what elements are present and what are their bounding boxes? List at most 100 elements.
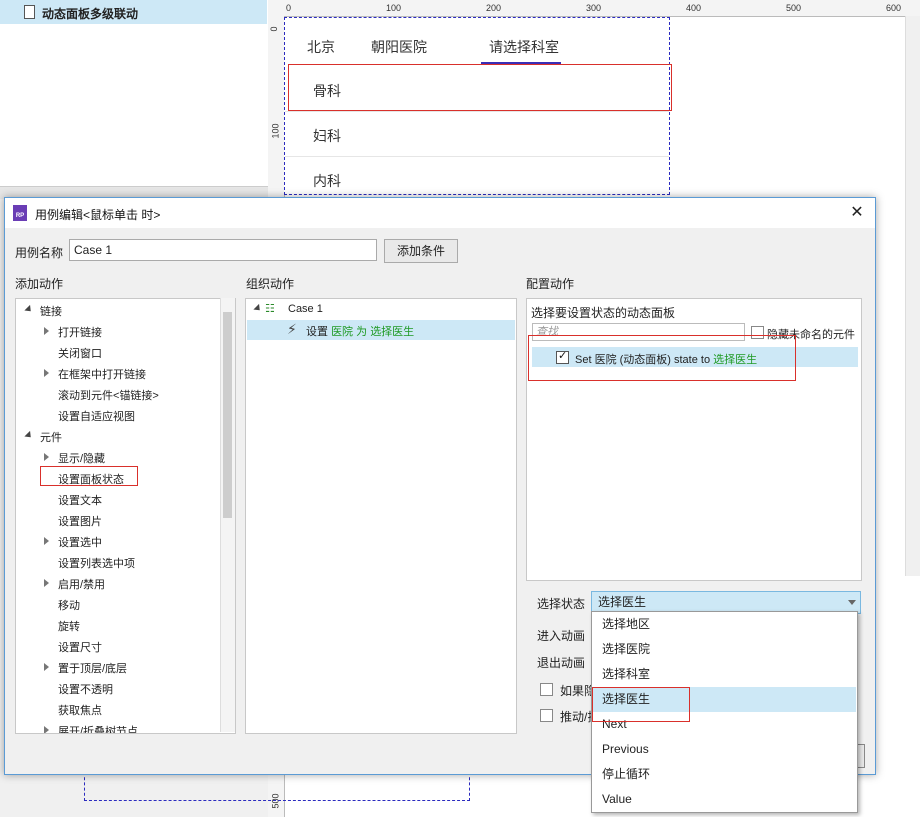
- ruler-tick: 100: [271, 123, 281, 138]
- action-prefix: 设置: [306, 326, 328, 338]
- tree-action-item[interactable]: 设置尺寸: [58, 639, 102, 655]
- enter-animation-label: 进入动画: [537, 627, 585, 644]
- tree-action-item[interactable]: 设置文本: [58, 492, 102, 508]
- tree-scrollbar[interactable]: [220, 298, 235, 732]
- action-item-selected[interactable]: ⚡ 设置 医院 为 选择医生: [247, 320, 515, 340]
- organize-action-tree[interactable]: ☷ Case 1 ⚡ 设置 医院 为 选择医生: [245, 298, 517, 734]
- action-mid: 为: [356, 326, 367, 338]
- tree-action-item[interactable]: 显示/隐藏: [58, 450, 105, 466]
- close-button[interactable]: ✕: [845, 202, 869, 224]
- list-item[interactable]: 妇科: [285, 112, 669, 157]
- add-action-heading: 添加动作: [15, 275, 63, 292]
- page-icon: [24, 5, 35, 19]
- page-item[interactable]: 动态面板多级联动: [0, 0, 267, 24]
- close-icon: ✕: [850, 204, 863, 221]
- expand-arrow-icon[interactable]: [44, 726, 49, 734]
- dropdown-option-label: Previous: [602, 737, 649, 762]
- dropdown-option[interactable]: 停止循环: [593, 762, 856, 787]
- ruler-tick: 200: [486, 3, 501, 13]
- case-item-label[interactable]: Case 1: [288, 303, 323, 315]
- ruler-tick: 100: [386, 3, 401, 13]
- tree-action-item[interactable]: 在框架中打开链接: [58, 366, 146, 382]
- collapse-arrow-icon[interactable]: [24, 431, 33, 440]
- app-logo-icon: RP: [13, 205, 27, 221]
- dropdown-option[interactable]: Previous: [593, 737, 856, 762]
- ruler-tick: 0: [269, 26, 279, 31]
- add-condition-button[interactable]: 添加条件: [384, 239, 458, 263]
- action-target: 医院: [331, 326, 353, 338]
- tree-action-item[interactable]: 旋转: [58, 618, 80, 634]
- dropdown-option[interactable]: 选择医院: [593, 637, 856, 662]
- title-bar[interactable]: RP 用例编辑<鼠标单击 时> ✕: [5, 198, 875, 228]
- if-hidden-checkbox[interactable]: [540, 683, 553, 696]
- tab-city[interactable]: 北京: [307, 37, 335, 57]
- dialog-title: 用例编辑<鼠标单击 时>: [35, 206, 160, 223]
- ruler-tick: 500: [786, 3, 801, 13]
- tree-action-item[interactable]: 打开链接: [58, 324, 102, 340]
- expand-arrow-icon[interactable]: [44, 663, 49, 671]
- tree-action-item[interactable]: 设置选中: [58, 534, 102, 550]
- tree-action-item[interactable]: 置于顶层/底层: [58, 660, 127, 676]
- case-name-label: 用例名称: [15, 244, 63, 261]
- tree-action-item[interactable]: 设置列表选中项: [58, 555, 135, 571]
- dropdown-option-label: 停止循环: [602, 762, 650, 787]
- dropdown-option-label: 选择地区: [602, 612, 650, 637]
- dropdown-option[interactable]: Value: [593, 787, 856, 812]
- configure-action-heading: 配置动作: [526, 275, 574, 292]
- ruler-tick: 0: [286, 3, 291, 13]
- select-state-label: 选择状态: [537, 595, 585, 612]
- tree-scroll-thumb[interactable]: [223, 312, 232, 518]
- canvas-scrollbar[interactable]: [905, 16, 920, 576]
- ruler-top: 0 100 200 300 400 500 600: [268, 0, 920, 17]
- action-text: 设置 医院 为 选择医生: [306, 323, 414, 339]
- list-item[interactable]: 内科: [285, 157, 669, 201]
- page-tree-pane: 动态面板多级联动: [0, 0, 269, 186]
- collapse-arrow-icon[interactable]: [253, 304, 262, 313]
- expand-arrow-icon[interactable]: [44, 327, 49, 335]
- action-tree[interactable]: 链接打开链接关闭窗口在框架中打开链接滚动到元件<锚链接> 设置自适应视图元件显示/…: [15, 298, 236, 734]
- tree-action-item[interactable]: 设置不透明: [58, 681, 113, 697]
- page-item-label: 动态面板多级联动: [42, 5, 138, 22]
- configure-panel-heading: 选择要设置状态的动态面板: [531, 304, 675, 321]
- tree-group-label[interactable]: 元件: [40, 429, 62, 445]
- tree-action-item[interactable]: 设置自适应视图: [58, 408, 135, 424]
- dropdown-option[interactable]: 选择地区: [593, 612, 856, 637]
- tree-action-item[interactable]: 移动: [58, 597, 80, 613]
- dynamic-panel-bottom: [84, 772, 470, 801]
- tree-action-item[interactable]: 关闭窗口: [58, 345, 102, 361]
- ruler-tick: 400: [686, 3, 701, 13]
- organize-action-heading: 组织动作: [246, 275, 294, 292]
- tree-action-item[interactable]: 设置图片: [58, 513, 102, 529]
- action-state: 选择医生: [370, 326, 414, 338]
- case-name-input[interactable]: Case 1: [69, 239, 377, 261]
- exit-animation-label: 退出动画: [537, 654, 585, 671]
- ruler-tick: 600: [886, 3, 901, 13]
- tab-department[interactable]: 请选择科室: [489, 37, 559, 57]
- expand-arrow-icon[interactable]: [44, 369, 49, 377]
- tab-hospital[interactable]: 朝阳医院: [371, 37, 427, 57]
- tree-action-item[interactable]: 启用/禁用: [58, 576, 105, 592]
- dropdown-option-label: 选择医院: [602, 637, 650, 662]
- tree-action-item[interactable]: 展开/折叠树节点: [58, 723, 138, 734]
- highlight-box: [528, 335, 796, 381]
- expand-arrow-icon[interactable]: [44, 453, 49, 461]
- highlight-box: [592, 687, 690, 722]
- tree-action-item[interactable]: 获取焦点: [58, 702, 102, 718]
- case-tree-icon: ☷: [265, 302, 279, 314]
- list-item-label: 妇科: [313, 126, 341, 146]
- chevron-down-icon: [848, 600, 856, 605]
- lightning-icon: ⚡: [287, 321, 297, 338]
- collapse-arrow-icon[interactable]: [24, 305, 33, 314]
- expand-arrow-icon[interactable]: [44, 537, 49, 545]
- ruler-tick: 300: [586, 3, 601, 13]
- tree-group-label[interactable]: 链接: [40, 303, 62, 319]
- expand-arrow-icon[interactable]: [44, 579, 49, 587]
- dropdown-option[interactable]: 选择科室: [593, 662, 856, 687]
- dropdown-option-label: 选择科室: [602, 662, 650, 687]
- list-item-label: 内科: [313, 171, 341, 191]
- dropdown-option-label: Value: [602, 787, 632, 812]
- highlight-box: [40, 466, 138, 486]
- tree-action-item[interactable]: 滚动到元件<锚链接>: [58, 387, 159, 403]
- push-pull-checkbox[interactable]: [540, 709, 553, 722]
- highlight-box: [288, 64, 672, 111]
